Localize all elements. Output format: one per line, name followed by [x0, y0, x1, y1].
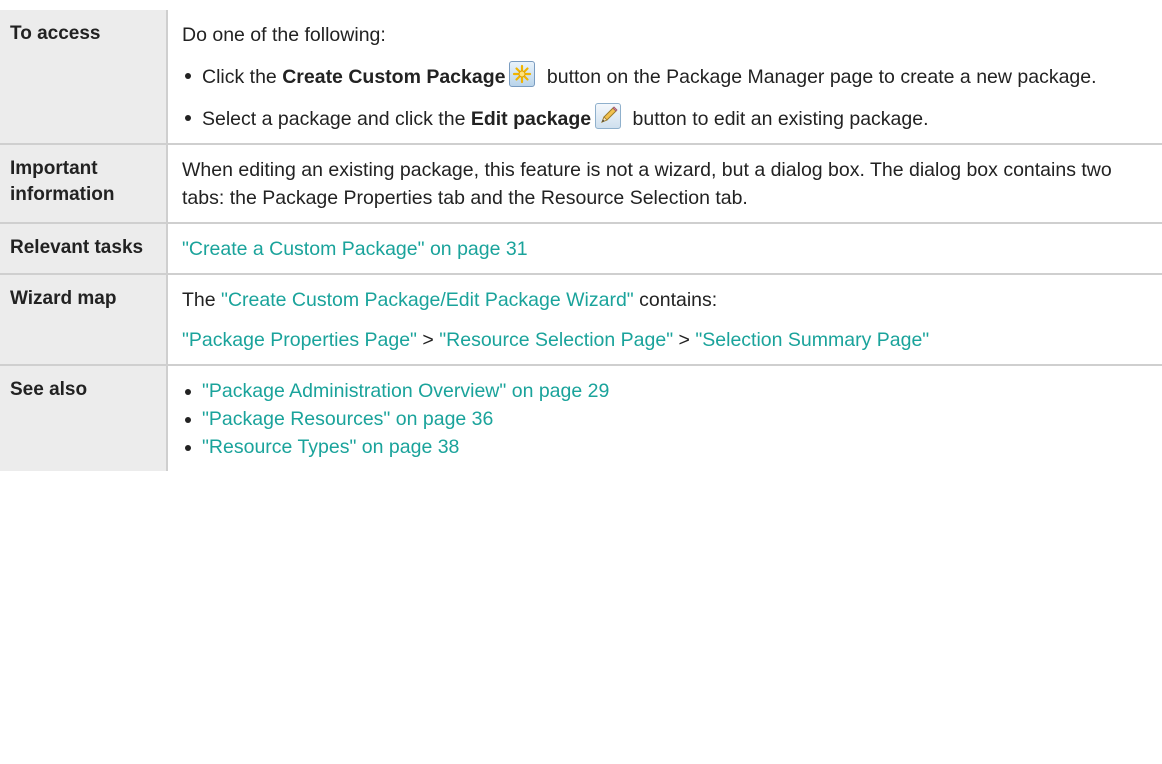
label-wizard-map: Wizard map: [0, 273, 168, 366]
access-list: Click the Create Custom Package button o…: [182, 61, 1150, 133]
content-to-access: Do one of the following: Click the Creat…: [166, 10, 1162, 145]
label-to-access: To access: [0, 10, 168, 145]
wizard-map-intro: The "Create Custom Package/Edit Package …: [182, 289, 718, 311]
list-item: "Package Administration Overview" on pag…: [182, 377, 1150, 405]
label-relevant-tasks: Relevant tasks: [0, 222, 168, 275]
content-important-information: When editing an existing package, this f…: [166, 143, 1162, 224]
link-package-resources[interactable]: "Package Resources" on page 36: [202, 408, 493, 430]
row-important-information: Important information When editing an ex…: [0, 143, 1162, 224]
list-item: Click the Create Custom Package button o…: [182, 61, 1150, 91]
label-important-information: Important information: [0, 143, 168, 224]
content-relevant-tasks: "Create a Custom Package" on page 31: [166, 222, 1162, 275]
link-package-administration-overview[interactable]: "Package Administration Overview" on pag…: [202, 380, 609, 402]
reference-table: To access Do one of the following: Click…: [0, 10, 1162, 471]
label-see-also: See also: [0, 364, 168, 471]
link-create-custom-package[interactable]: "Create a Custom Package" on page 31: [182, 238, 528, 260]
edit-package-label: Edit package: [470, 108, 592, 130]
create-custom-package-label: Create Custom Package: [282, 66, 506, 88]
row-to-access: To access Do one of the following: Click…: [0, 10, 1162, 145]
content-see-also: "Package Administration Overview" on pag…: [166, 364, 1162, 471]
list-item: "Package Resources" on page 36: [182, 405, 1150, 433]
wizard-map-sequence: "Package Properties Page" > "Resource Se…: [182, 329, 930, 351]
edit-pencil-icon: [595, 103, 622, 129]
see-also-list: "Package Administration Overview" on pag…: [182, 377, 1150, 461]
link-package-properties-page[interactable]: "Package Properties Page": [182, 329, 417, 351]
row-relevant-tasks: Relevant tasks "Create a Custom Package"…: [0, 222, 1162, 275]
list-item: Select a package and click the Edit pack…: [182, 103, 1150, 133]
row-wizard-map: Wizard map The "Create Custom Package/Ed…: [0, 273, 1162, 366]
link-selection-summary-page[interactable]: "Selection Summary Page": [695, 329, 929, 351]
create-package-icon: [509, 61, 536, 87]
row-see-also: See also "Package Administration Overvie…: [0, 364, 1162, 471]
content-wizard-map: The "Create Custom Package/Edit Package …: [166, 273, 1162, 366]
access-intro: Do one of the following:: [182, 24, 386, 46]
link-resource-selection-page[interactable]: "Resource Selection Page": [439, 329, 673, 351]
link-resource-types[interactable]: "Resource Types" on page 38: [202, 436, 459, 458]
list-item: "Resource Types" on page 38: [182, 433, 1150, 461]
link-wizard[interactable]: "Create Custom Package/Edit Package Wiza…: [221, 289, 634, 311]
